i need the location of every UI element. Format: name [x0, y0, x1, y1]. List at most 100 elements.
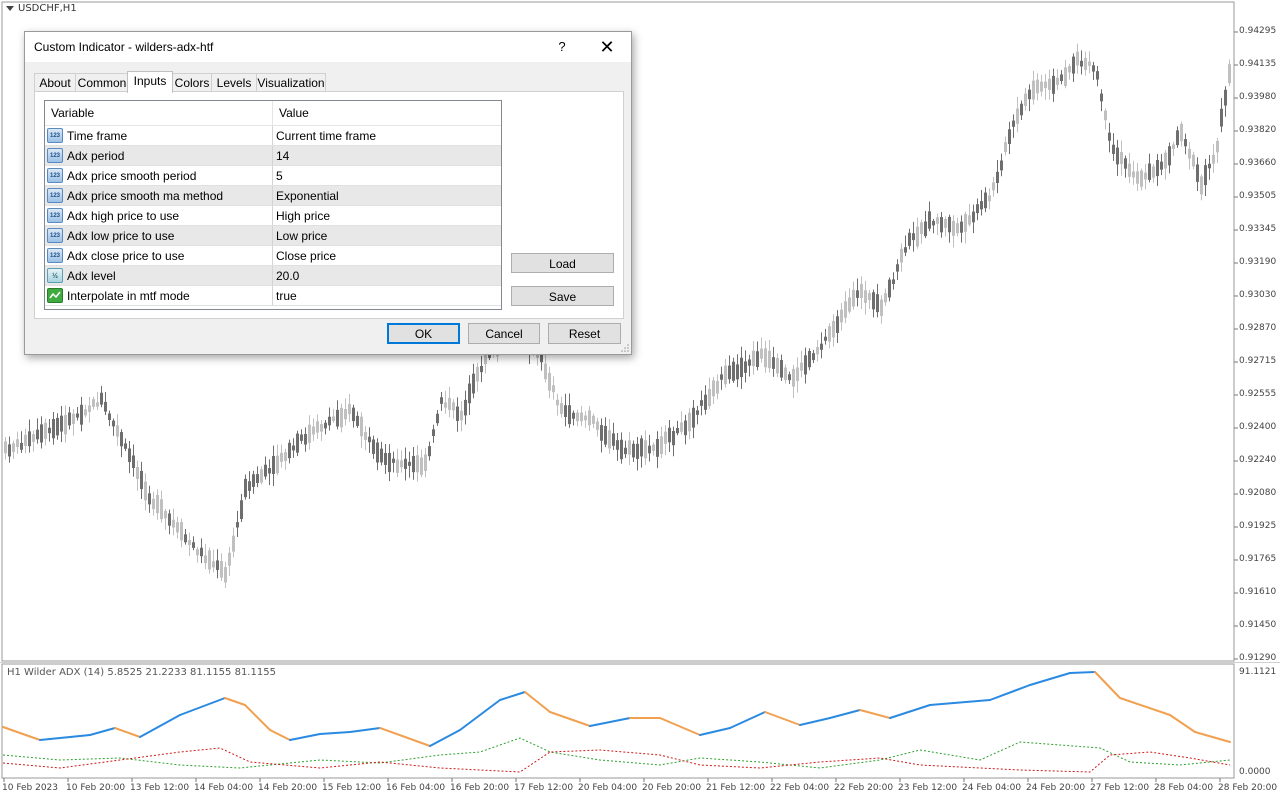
candle-body: [56, 417, 59, 436]
candle-body: [1196, 164, 1199, 182]
candle-body: [296, 433, 299, 453]
candle-body: [336, 409, 339, 427]
candle-body: [840, 309, 843, 323]
plus-di-line: [2, 737, 1231, 769]
inputs-grid: Variable Value 123 Time frame Current ti…: [44, 100, 502, 310]
time-tick-label: 10 Feb 20:00: [66, 783, 126, 793]
cancel-button[interactable]: Cancel: [468, 323, 540, 344]
help-button[interactable]: ?: [551, 35, 573, 59]
minus-di-line: [2, 747, 1231, 773]
time-tick-label: 22 Feb 04:00: [770, 783, 830, 793]
chart-symbol-title: USDCHF,H1: [6, 3, 77, 14]
header-value[interactable]: Value: [273, 101, 501, 125]
candle-body: [212, 561, 215, 568]
input-row-close-price[interactable]: 123 Adx close price to use Close price: [45, 246, 501, 266]
candle-body: [192, 542, 195, 548]
candle-body: [1072, 56, 1075, 74]
candle-body: [40, 424, 43, 443]
candle-body: [256, 474, 259, 484]
close-button[interactable]: ✕: [593, 35, 621, 59]
candle-body: [84, 409, 87, 416]
row-value[interactable]: Low price: [276, 226, 327, 246]
adx-line-segment: [349, 727, 381, 733]
price-tick-label: 0.94295: [1239, 26, 1277, 36]
chart-menu-triangle-icon[interactable]: [6, 5, 14, 11]
candle-body: [972, 211, 975, 223]
candle-body: [1080, 60, 1083, 67]
candle-body: [124, 443, 127, 449]
header-variable[interactable]: Variable: [45, 101, 272, 125]
candle-body: [76, 413, 79, 418]
candle-body: [160, 499, 163, 520]
save-button[interactable]: Save: [511, 286, 614, 306]
candle-body: [676, 428, 679, 434]
reset-button[interactable]: Reset: [548, 323, 621, 344]
row-value[interactable]: 14: [276, 146, 289, 166]
adx-line-segment: [499, 691, 526, 701]
input-row-time-frame[interactable]: 123 Time frame Current time frame: [45, 126, 501, 146]
resize-grip-icon[interactable]: [621, 344, 629, 352]
candle-body: [68, 412, 71, 426]
adx-line-segment: [524, 691, 551, 713]
tab-visualization[interactable]: Visualization: [256, 73, 326, 92]
input-row-price-smooth-period[interactable]: 123 Adx price smooth period 5: [45, 166, 501, 186]
row-value[interactable]: Current time frame: [276, 126, 376, 146]
candle-body: [776, 358, 779, 374]
candle-body: [300, 434, 303, 441]
load-button[interactable]: Load: [511, 253, 614, 273]
adx-line-segment: [1029, 672, 1071, 686]
row-value[interactable]: Exponential: [276, 186, 339, 206]
tab-about[interactable]: About: [34, 73, 76, 92]
candle-body: [48, 427, 51, 434]
candle-body: [388, 452, 391, 473]
candle-body: [692, 407, 695, 428]
candle-body: [1068, 66, 1071, 73]
tab-common[interactable]: Common: [75, 73, 129, 92]
candle-body: [792, 368, 795, 387]
tab-colors[interactable]: Colors: [172, 73, 212, 92]
candle-body: [916, 226, 919, 247]
input-row-adx-period[interactable]: 123 Adx period 14: [45, 146, 501, 166]
time-tick-label: 23 Feb 12:00: [898, 783, 958, 793]
price-tick-label: 0.91765: [1239, 554, 1277, 564]
adx-line-segment: [1119, 697, 1171, 716]
candle-body: [440, 397, 443, 404]
input-row-interpolate[interactable]: Interpolate in mtf mode true: [45, 286, 501, 306]
row-variable: Adx high price to use: [67, 209, 180, 223]
candle-body: [960, 221, 963, 233]
candle-body: [1108, 132, 1111, 141]
candle-body: [132, 455, 135, 468]
price-tick-label: 0.93030: [1239, 290, 1277, 300]
candle-body: [64, 414, 67, 435]
row-value[interactable]: 5: [276, 166, 283, 186]
candle-body: [884, 293, 887, 303]
candle-body: [324, 422, 327, 429]
input-row-smooth-ma-method[interactable]: 123 Adx price smooth ma method Exponenti…: [45, 186, 501, 206]
candle-body: [736, 364, 739, 380]
row-value[interactable]: 20.0: [276, 266, 299, 286]
row-value[interactable]: High price: [276, 206, 330, 226]
candle-body: [1040, 81, 1043, 92]
candle-body: [936, 217, 939, 224]
input-row-high-price[interactable]: 123 Adx high price to use High price: [45, 206, 501, 226]
row-value[interactable]: Close price: [276, 246, 336, 266]
ok-button[interactable]: OK: [387, 323, 460, 344]
candle-body: [1124, 158, 1127, 169]
dialog-titlebar[interactable]: Custom Indicator - wilders-adx-htf ? ✕: [25, 32, 631, 62]
input-row-low-price[interactable]: 123 Adx low price to use Low price: [45, 226, 501, 246]
boolean-icon: [47, 288, 63, 303]
candle-body: [612, 433, 615, 446]
candle-body: [628, 440, 631, 455]
candle-body: [812, 353, 815, 361]
row-value[interactable]: true: [276, 286, 297, 306]
candle-body: [600, 425, 603, 441]
candle-body: [292, 445, 295, 451]
input-row-adx-level[interactable]: ½ Adx level 20.0: [45, 266, 501, 286]
candle-body: [360, 416, 363, 437]
adx-line-segment: [244, 704, 271, 731]
tab-inputs[interactable]: Inputs: [127, 71, 173, 93]
tab-levels[interactable]: Levels: [211, 73, 257, 92]
candle-body: [564, 405, 567, 418]
candle-body: [264, 464, 267, 477]
candle-body: [452, 402, 455, 411]
